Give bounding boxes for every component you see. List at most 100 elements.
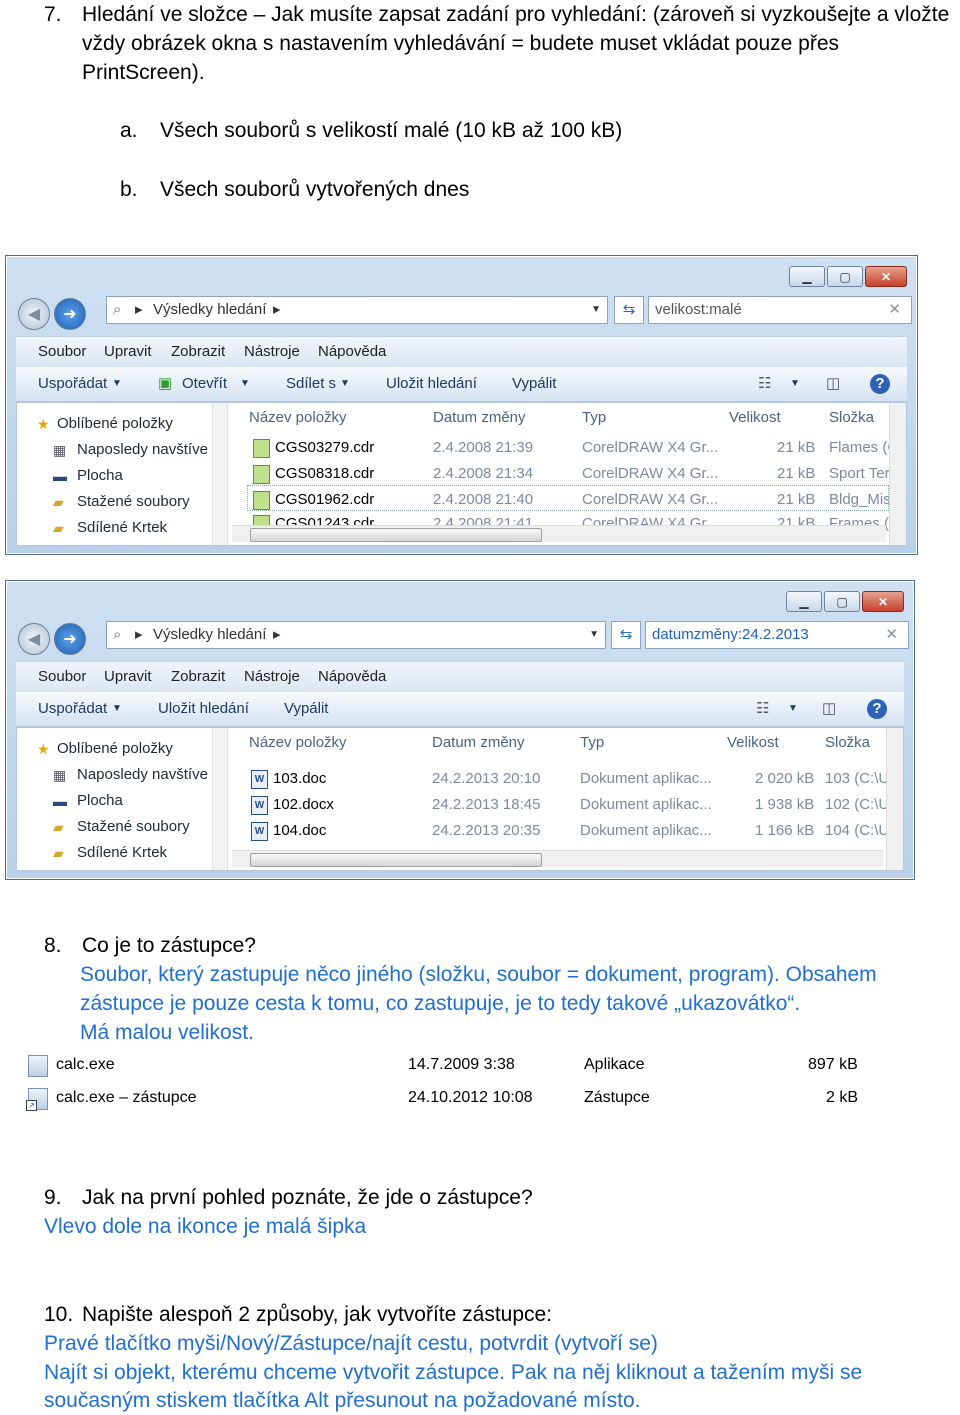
preview-pane-icon[interactable]: ◫ — [826, 367, 840, 401]
maximize-button[interactable]: ▢ — [824, 591, 860, 612]
column-folder[interactable]: Složka — [829, 409, 874, 426]
address-bar[interactable]: ⌕ ▸ Výsledky hledání ▸ ▼ — [106, 296, 608, 324]
open-button[interactable]: Otevřít — [182, 367, 227, 401]
chevron-down-icon: ▼ — [240, 378, 250, 389]
nav-favorites[interactable]: Oblíbené položky — [57, 740, 173, 757]
scrollbar-thumb[interactable] — [250, 528, 542, 542]
column-date[interactable]: Datum změny — [432, 734, 525, 751]
nav-scrollbar[interactable] — [212, 403, 227, 545]
menu-zobrazit[interactable]: Zobrazit — [171, 662, 225, 692]
preview-pane-icon[interactable]: ◫ — [822, 692, 836, 726]
word-document-icon: W — [251, 770, 268, 789]
chevron-down-icon[interactable]: ▼ — [589, 622, 599, 648]
q8-answer-line3: Má malou velikost. — [80, 1021, 254, 1044]
save-search-button[interactable]: Uložit hledání — [386, 367, 477, 401]
back-arrow-icon[interactable]: ◀ — [18, 298, 50, 330]
column-type[interactable]: Typ — [580, 734, 604, 751]
forward-arrow-icon[interactable]: ➜ — [54, 623, 86, 655]
menu-nastroje[interactable]: Nástroje — [244, 662, 300, 692]
nav-recent[interactable]: Naposledy navštíve — [77, 441, 208, 458]
window-controls: ▁ ▢ ✕ — [786, 591, 904, 612]
nav-shared[interactable]: Sdílené Krtek — [77, 844, 167, 861]
menu-napoveda[interactable]: Nápověda — [318, 662, 386, 692]
nav-scrollbar[interactable] — [212, 728, 227, 870]
file-name: CGS08318.cdr — [275, 465, 375, 482]
column-size[interactable]: Velikost — [727, 734, 779, 751]
vertical-scrollbar[interactable] — [886, 728, 903, 870]
file-name: 104.doc — [273, 822, 327, 839]
q7-a-text: Všech souborů s velikostí malé (10 kB až… — [160, 119, 623, 142]
column-type[interactable]: Typ — [582, 409, 606, 426]
minimize-button[interactable]: ▁ — [786, 591, 822, 612]
search-input[interactable]: datumzměny:24.2.2013 ✕ — [645, 621, 909, 649]
chevron-down-icon[interactable]: ▼ — [790, 367, 800, 401]
close-button[interactable]: ✕ — [862, 591, 904, 612]
calculator-app-icon — [28, 1055, 48, 1077]
q9-answer: Vlevo dole na ikonce je malá šipka — [44, 1215, 367, 1238]
refresh-icon[interactable]: ⇆ — [614, 296, 644, 324]
share-button[interactable]: Sdílet s — [286, 367, 336, 401]
address-text: Výsledky hledání — [153, 301, 267, 318]
menu-zobrazit[interactable]: Zobrazit — [171, 337, 225, 367]
nav-shared[interactable]: Sdílené Krtek — [77, 519, 167, 536]
file-size: 2 020 kB — [755, 770, 815, 787]
back-arrow-icon[interactable]: ◀ — [18, 623, 50, 655]
menu-nastroje[interactable]: Nástroje — [244, 337, 300, 367]
q7-b-label: b. — [120, 178, 138, 201]
scrollbar-thumb[interactable] — [250, 853, 542, 867]
chevron-down-icon[interactable]: ▼ — [591, 297, 601, 323]
menu-upravit[interactable]: Upravit — [104, 662, 152, 692]
help-icon[interactable]: ? — [867, 699, 887, 719]
close-button[interactable]: ✕ — [865, 266, 907, 287]
chevron-down-icon[interactable]: ▼ — [788, 692, 798, 726]
nav-desktop[interactable]: Plocha — [77, 792, 123, 809]
file-name: calc.exe – zástupce — [56, 1089, 197, 1106]
nav-recent[interactable]: Naposledy navštíve — [77, 766, 208, 783]
clear-search-icon[interactable]: ✕ — [888, 297, 901, 323]
organize-button[interactable]: Uspořádat — [38, 692, 107, 726]
menu-napoveda[interactable]: Nápověda — [318, 337, 386, 367]
search-query: datumzměny:24.2.2013 — [652, 626, 809, 643]
maximize-button[interactable]: ▢ — [827, 266, 863, 287]
explorer-window-size-search: ▁ ▢ ✕ ◀ ➜ ⌕ ▸ Výsledky hledání ▸ ▼ ⇆ vel… — [5, 255, 918, 555]
organize-button[interactable]: Uspořádat — [38, 367, 107, 401]
menu-soubor[interactable]: Soubor — [38, 662, 86, 692]
menu-upravit[interactable]: Upravit — [104, 337, 152, 367]
nav-downloads[interactable]: Stažené soubory — [77, 493, 190, 510]
column-folder[interactable]: Složka — [825, 734, 870, 751]
horizontal-scrollbar[interactable] — [232, 525, 886, 542]
nav-desktop[interactable]: Plocha — [77, 467, 123, 484]
burn-button[interactable]: Vypálit — [284, 692, 328, 726]
address-text: Výsledky hledání — [153, 626, 267, 643]
column-name[interactable]: Název položky — [249, 409, 347, 426]
search-input[interactable]: velikost:malé ✕ — [648, 296, 912, 324]
file-size: 21 kB — [777, 465, 816, 482]
horizontal-scrollbar[interactable] — [232, 850, 883, 867]
q10-number: 10. — [44, 1303, 74, 1326]
column-name[interactable]: Název položky — [249, 734, 347, 751]
nav-downloads[interactable]: Stažené soubory — [77, 818, 190, 835]
file-size: 2 kB — [826, 1089, 859, 1106]
file-date: 2.4.2008 21:40 — [433, 491, 534, 508]
burn-button[interactable]: Vypálit — [512, 367, 556, 401]
nav-favorites[interactable]: Oblíbené položky — [57, 415, 173, 432]
vertical-scrollbar[interactable] — [889, 403, 906, 545]
file-folder: Sport Ter — [829, 465, 890, 482]
forward-arrow-icon[interactable]: ➜ — [54, 298, 86, 330]
help-icon[interactable]: ? — [870, 374, 890, 394]
view-options-icon[interactable]: ☷ — [756, 692, 769, 726]
column-size[interactable]: Velikost — [729, 409, 781, 426]
address-bar[interactable]: ⌕ ▸ Výsledky hledání ▸ ▼ — [106, 621, 606, 649]
column-date[interactable]: Datum změny — [433, 409, 526, 426]
content-area: ★ Oblíbené položky ▦ Naposledy navštíve … — [16, 402, 907, 546]
refresh-icon[interactable]: ⇆ — [611, 621, 641, 649]
file-folder: 103 (C:\U — [825, 770, 890, 787]
view-options-icon[interactable]: ☷ — [758, 367, 771, 401]
save-search-button[interactable]: Uložit hledání — [158, 692, 249, 726]
menu-soubor[interactable]: Soubor — [38, 337, 86, 367]
file-date: 2.4.2008 21:39 — [433, 439, 534, 456]
chevron-down-icon: ▼ — [340, 378, 350, 389]
content-area: ★ Oblíbené položky ▦ Naposledy navštíve … — [16, 727, 904, 871]
minimize-button[interactable]: ▁ — [789, 266, 825, 287]
clear-search-icon[interactable]: ✕ — [885, 622, 898, 648]
